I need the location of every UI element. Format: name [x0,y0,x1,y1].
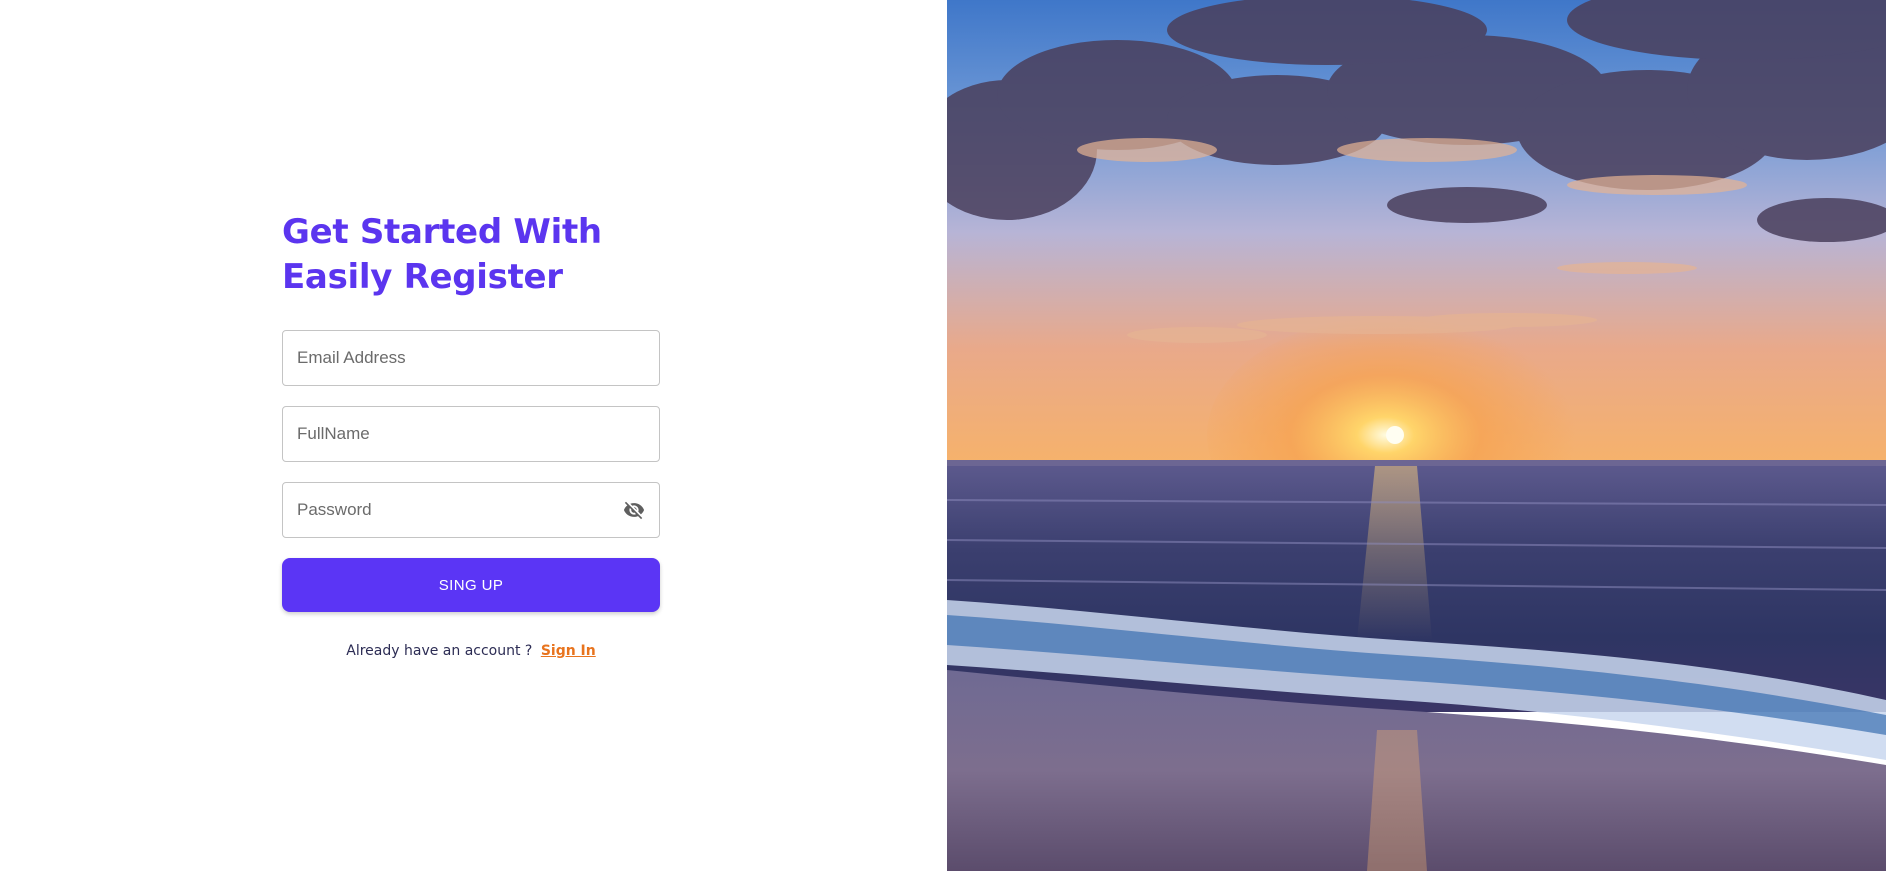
fullname-field-wrapper [282,406,660,462]
register-form: Get Started With Easily Register SING UP… [282,210,660,659]
hero-image [947,0,1886,871]
signin-prompt-text: Already have an account ? [346,643,533,659]
password-field-wrapper [282,482,660,538]
email-field-wrapper [282,330,660,386]
eye-off-icon[interactable] [619,495,649,525]
email-input[interactable] [283,331,659,385]
register-page: Get Started With Easily Register SING UP… [0,0,1886,871]
password-input[interactable] [283,483,659,537]
signin-link[interactable]: Sign In [541,643,596,659]
signup-button[interactable]: SING UP [282,558,660,612]
signin-prompt: Already have an account ? Sign In [282,643,660,659]
page-title: Get Started With Easily Register [282,212,602,297]
form-panel: Get Started With Easily Register SING UP… [0,0,947,871]
fullname-input[interactable] [283,407,659,461]
